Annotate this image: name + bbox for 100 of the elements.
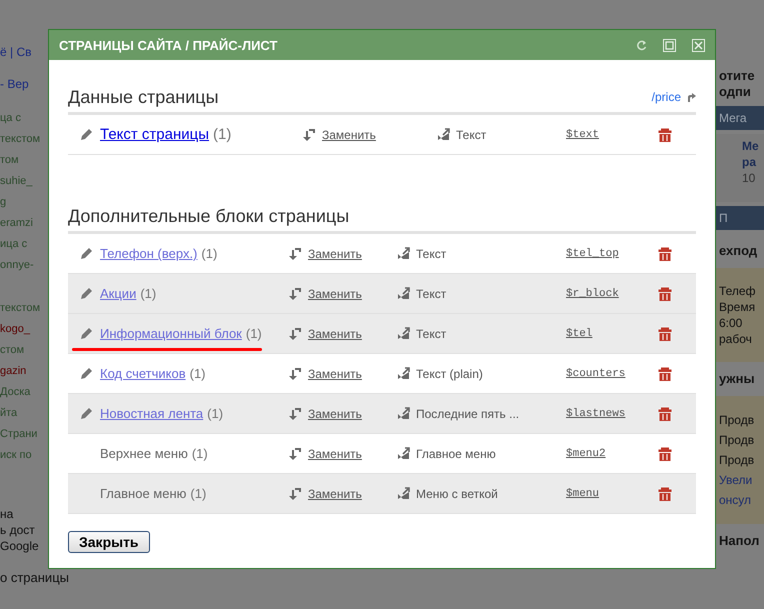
trash-icon[interactable]	[658, 366, 672, 380]
background-text: ё | Св	[0, 44, 32, 61]
trash-icon[interactable]	[658, 326, 672, 340]
replace-link[interactable]: Заменить	[308, 286, 362, 300]
block-link[interactable]: Код счетчиков	[100, 366, 186, 381]
background-text: 6:00	[719, 315, 744, 331]
type-label: Текст	[416, 286, 446, 300]
type-label: Последние пять ...	[416, 406, 520, 420]
background-text: - Вер	[0, 76, 30, 93]
background-heading: отите	[719, 68, 756, 84]
pencil-icon[interactable]	[80, 247, 92, 260]
background-text: g	[0, 195, 8, 210]
replace-link[interactable]: Заменить	[308, 446, 362, 460]
arrows-icon[interactable]	[288, 246, 302, 260]
background-text: рабоч	[719, 331, 753, 347]
variable-link[interactable]: $menu	[566, 488, 658, 500]
background-text: Страни	[0, 427, 38, 442]
arrow-icon	[397, 367, 410, 380]
arrows-icon[interactable]	[288, 286, 302, 300]
background-text: том	[0, 153, 20, 168]
count-label: (1)	[192, 446, 208, 461]
background-text: ица с	[0, 237, 28, 252]
trash-icon[interactable]	[658, 446, 672, 460]
block-link[interactable]: Телефон (верх.)	[100, 246, 198, 261]
background-heading: ужны	[719, 371, 756, 387]
count-label: (1)	[213, 126, 232, 143]
trash-icon[interactable]	[658, 246, 672, 260]
background-text: текстом	[0, 132, 42, 147]
replace-link[interactable]: Заменить	[308, 486, 362, 500]
arrows-icon[interactable]	[288, 446, 302, 460]
arrow-icon	[397, 407, 410, 420]
arrows-icon[interactable]	[288, 406, 302, 420]
close-button[interactable]: Закрыть	[68, 531, 150, 553]
arrows-icon[interactable]	[288, 486, 302, 500]
variable-link[interactable]: $lastnews	[566, 408, 658, 420]
pencil-icon[interactable]	[80, 128, 92, 141]
count-label: (1)	[207, 406, 224, 421]
replace-link[interactable]: Заменить	[308, 366, 362, 380]
section-heading: Данные страницы	[68, 86, 220, 108]
block-link[interactable]: Информационный блок	[100, 326, 242, 341]
block-link[interactable]: Акции	[100, 286, 136, 301]
arrows-icon[interactable]	[288, 326, 302, 340]
background-text: Продв	[719, 412, 756, 428]
count-label: (1)	[190, 366, 206, 381]
background-text: kogo_	[0, 322, 32, 337]
background-text: eramzi	[0, 216, 34, 231]
maximize-icon[interactable]	[663, 38, 676, 52]
count-label: (1)	[140, 286, 156, 301]
background-text: иск по	[0, 448, 33, 463]
variable-link[interactable]: $text	[566, 128, 658, 140]
background-text: стом	[0, 343, 26, 358]
background-heading: Напол	[719, 533, 760, 549]
background-text: Доска	[0, 385, 32, 400]
background-text: на	[0, 506, 14, 522]
background-text: Мега	[719, 110, 748, 126]
pencil-icon[interactable]	[80, 407, 92, 420]
replace-link[interactable]: Заменить	[308, 406, 362, 420]
count-label: (1)	[201, 246, 218, 261]
background-text: Телеф	[719, 283, 756, 299]
trash-icon[interactable]	[658, 486, 672, 500]
window-title: СТРАНИЦЫ САЙТА / ПРАЙС-ЛИСТ	[59, 38, 278, 52]
type-label: Текст	[456, 128, 486, 142]
background-text: onnye-	[0, 258, 35, 273]
background-text: П	[719, 210, 729, 226]
replace-link[interactable]: Заменить	[322, 128, 376, 142]
arrows-icon[interactable]	[302, 128, 316, 142]
arrow-icon	[437, 128, 450, 141]
variable-link[interactable]: $tel	[566, 328, 658, 340]
arrow-icon	[397, 487, 410, 500]
block-link[interactable]: Новостная лента	[100, 406, 204, 421]
variable-link[interactable]: $tel_top	[566, 248, 658, 260]
trash-icon[interactable]	[658, 286, 672, 300]
type-label: Текст	[416, 326, 446, 340]
background-text: Google	[0, 538, 39, 554]
close-icon[interactable]	[692, 38, 705, 52]
variable-link[interactable]: $menu2	[566, 448, 658, 460]
variable-link[interactable]: $r_block	[566, 288, 658, 300]
page-link[interactable]: /price	[652, 90, 681, 104]
external-link-icon[interactable]	[687, 92, 696, 102]
trash-icon[interactable]	[658, 406, 672, 420]
arrows-icon[interactable]	[288, 366, 302, 380]
background-text: ь дост	[0, 522, 36, 538]
arrow-icon	[397, 287, 410, 300]
pencil-icon[interactable]	[80, 327, 92, 340]
background-text: ра	[742, 154, 758, 170]
background-text: suhie_	[0, 174, 34, 189]
background-text: йта	[0, 406, 18, 421]
pencil-icon[interactable]	[80, 367, 92, 380]
replace-link[interactable]: Заменить	[308, 246, 362, 260]
arrow-icon	[397, 247, 410, 260]
block-name: Верхнее меню	[100, 446, 188, 461]
pencil-icon[interactable]	[80, 287, 92, 300]
trash-icon[interactable]	[658, 128, 672, 142]
variable-link[interactable]: $counters	[566, 368, 658, 380]
background-heading: одпи	[719, 84, 752, 100]
block-link[interactable]: Текст страницы	[100, 126, 210, 143]
replace-link[interactable]: Заменить	[308, 326, 362, 340]
section-heading: Дополнительные блоки страницы	[68, 206, 350, 226]
background-text: текстом	[0, 301, 42, 316]
background-text: о страницы	[0, 570, 69, 585]
